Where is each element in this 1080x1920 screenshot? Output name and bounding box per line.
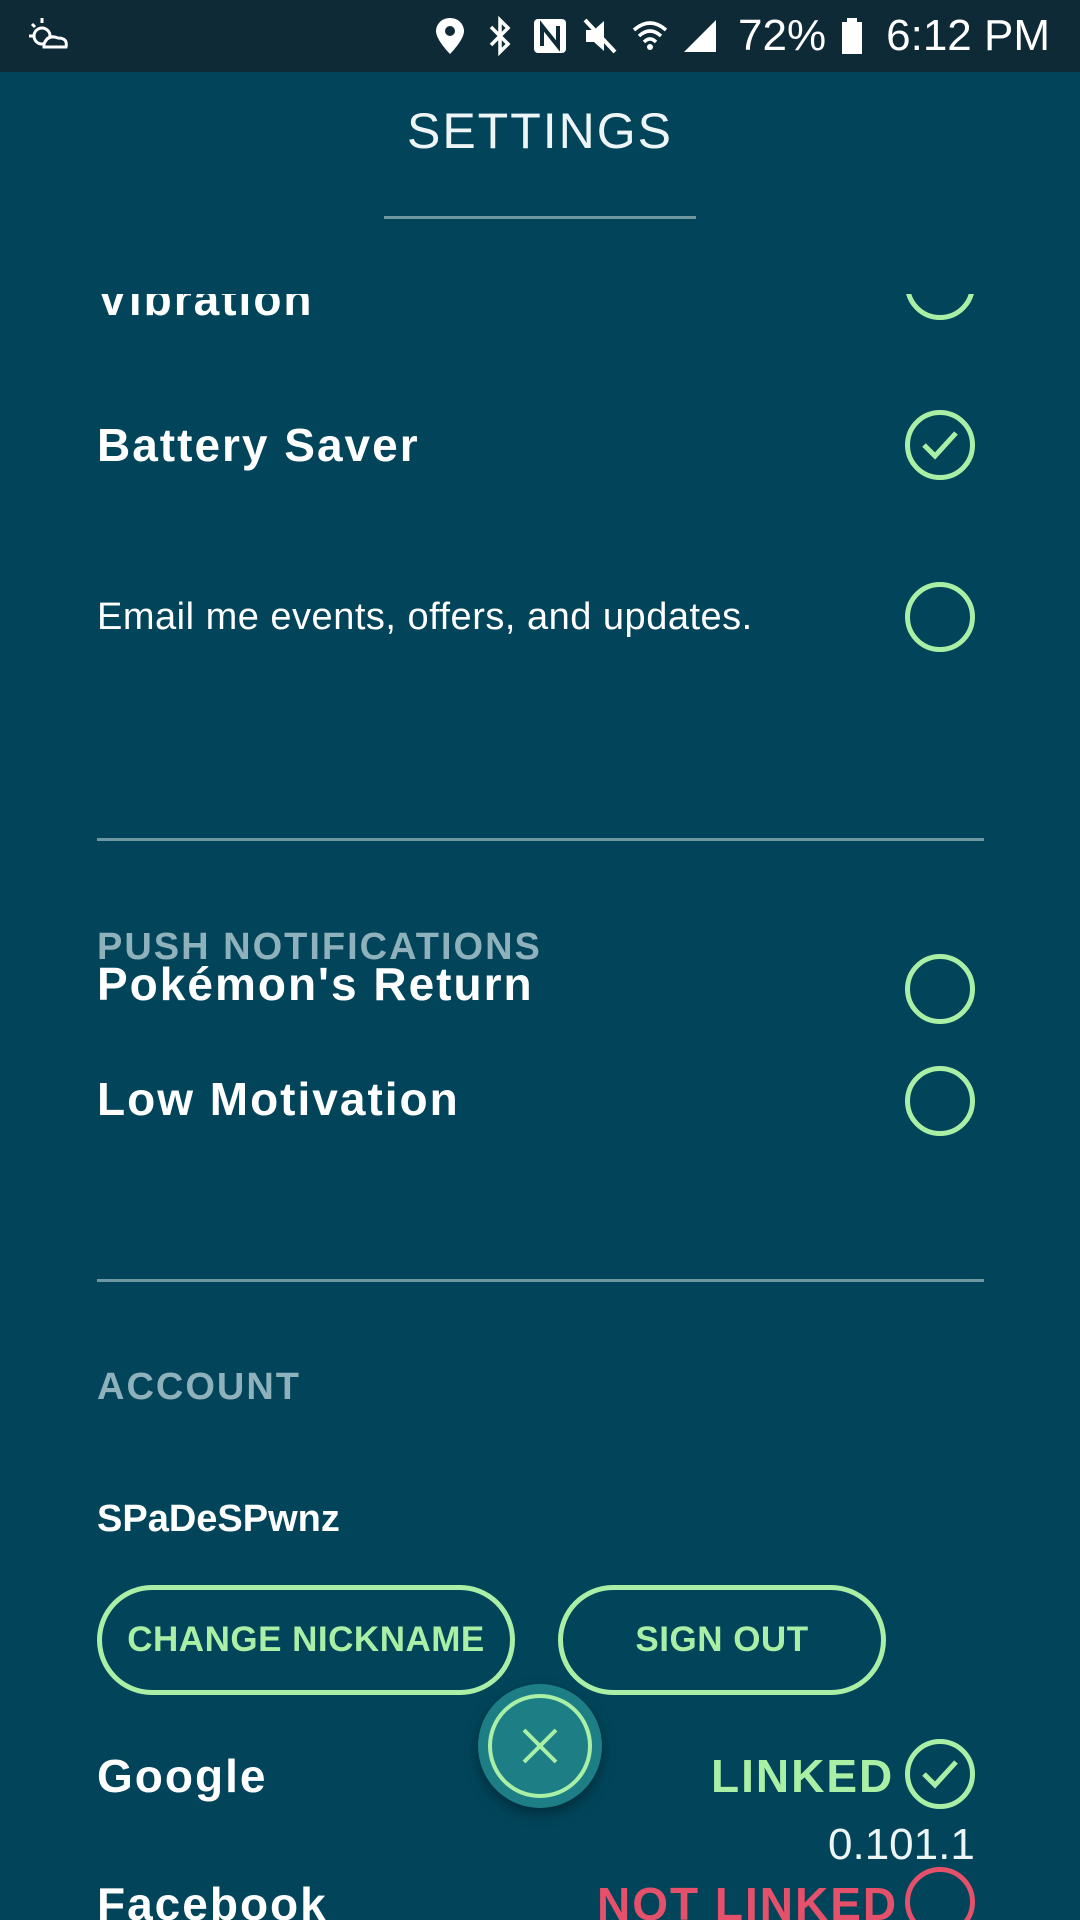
facebook-link-status: NOT LINKED	[597, 1878, 899, 1920]
location-icon	[436, 18, 465, 54]
page-title: SETTINGS	[406, 103, 674, 159]
battery-icon	[842, 18, 863, 54]
vibration-checkbox[interactable]	[905, 294, 975, 320]
battery-saver-checkbox[interactable]	[905, 410, 975, 480]
checkmark-icon	[922, 431, 958, 460]
low-motivation-checkbox[interactable]	[905, 1066, 975, 1136]
setting-label-google: Google	[97, 1750, 268, 1802]
app-version: 0.101.1	[828, 1820, 975, 1869]
setting-label-vibration: Vibration	[97, 294, 314, 325]
pokemons-return-checkbox[interactable]	[905, 954, 975, 1024]
bluetooth-icon	[489, 16, 511, 56]
facebook-link-checkbox[interactable]	[905, 1867, 975, 1920]
close-button[interactable]	[478, 1684, 602, 1808]
google-link-status: LINKED	[711, 1750, 895, 1802]
sign-out-button[interactable]: SIGN OUT	[558, 1585, 886, 1695]
section-header-account: ACCOUNT	[97, 1366, 301, 1408]
setting-label-facebook: Facebook	[97, 1878, 328, 1920]
section-divider	[97, 838, 984, 841]
setting-label-battery-saver: Battery Saver	[97, 419, 420, 471]
section-divider	[97, 1279, 984, 1282]
nfc-icon	[534, 19, 567, 53]
setting-label-low-motivation: Low Motivation	[97, 1073, 460, 1125]
battery-percent: 72%	[738, 11, 827, 60]
google-linked-checkbox[interactable]	[905, 1739, 975, 1809]
setting-label-pokemons-return: Pokémon's Return	[97, 958, 534, 1010]
account-nickname: SPaDeSPwnz	[97, 1498, 340, 1540]
signal-icon	[684, 20, 717, 52]
wifi-icon	[632, 21, 668, 50]
change-nickname-button[interactable]: CHANGE NICKNAME	[97, 1585, 515, 1695]
setting-label-email: Email me events, offers, and updates.	[97, 596, 753, 638]
weather-icon	[29, 18, 68, 49]
mute-icon	[583, 18, 617, 54]
settings-scroll-area[interactable]: Vibration Battery Saver Email me events,…	[0, 294, 1080, 1920]
status-bar: 72% 6:12 PM	[0, 0, 1080, 72]
clock: 6:12 PM	[886, 11, 1050, 60]
email-checkbox[interactable]	[905, 582, 975, 652]
close-icon	[522, 1728, 558, 1764]
settings-screen: SETTINGS Vibration Battery Saver Email m…	[0, 72, 1080, 1920]
checkmark-icon	[922, 1760, 958, 1789]
title-underline	[384, 216, 696, 219]
